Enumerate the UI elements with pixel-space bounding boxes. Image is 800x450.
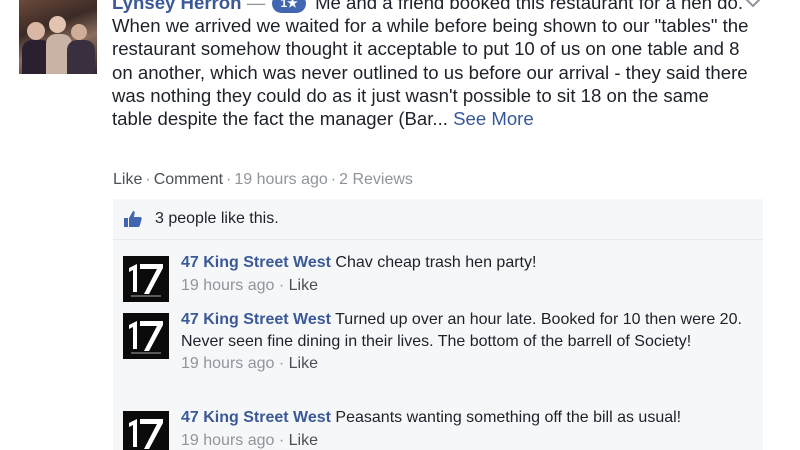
comment-author-link[interactable]: 47 King Street West (181, 409, 331, 426)
chevron-down-icon[interactable] (744, 0, 762, 10)
page-logo-icon[interactable] (123, 313, 169, 359)
comments-section: 3 people like this. 47 King Street West … (113, 199, 763, 450)
page-logo-icon[interactable] (123, 411, 169, 450)
author-dash: — (246, 0, 266, 13)
review-post: Lynsey Herron — 1★ Me and a friend booke… (0, 0, 800, 450)
comment-like-link[interactable]: Like (289, 432, 318, 449)
comment-author-link[interactable]: 47 King Street West (181, 254, 331, 271)
post-body: Lynsey Herron — 1★ Me and a friend booke… (112, 0, 752, 130)
comment-text: Peasants wanting something off the bill … (335, 409, 682, 426)
rating-badge: 1★ (272, 0, 306, 13)
page-logo-icon[interactable] (123, 256, 169, 302)
post-author-link[interactable]: Lynsey Herron (112, 0, 242, 13)
comment-like-link[interactable]: Like (289, 355, 318, 372)
user-avatar[interactable] (19, 0, 97, 74)
post-timestamp[interactable]: 19 hours ago (234, 171, 327, 188)
comment-text: Chav cheap trash hen party! (335, 254, 537, 271)
comment-timestamp[interactable]: 19 hours ago (181, 277, 274, 294)
post-text: Me and a friend booked this restaurant f… (112, 0, 749, 130)
comment-link[interactable]: Comment (154, 171, 223, 188)
thumbs-up-icon (124, 211, 142, 227)
see-more-link[interactable]: See More (453, 108, 534, 129)
reviews-link[interactable]: 2 Reviews (339, 171, 413, 188)
post-actions: Like · Comment · 19 hours ago · 2 Reviews (113, 171, 413, 188)
like-link[interactable]: Like (113, 171, 142, 188)
likes-count-link[interactable]: 3 people like this. (155, 210, 279, 228)
comment-timestamp[interactable]: 19 hours ago (181, 432, 274, 449)
likes-summary: 3 people like this. (113, 199, 763, 240)
comment-author-link[interactable]: 47 King Street West (181, 311, 331, 328)
comment-like-link[interactable]: Like (289, 277, 318, 294)
comment-timestamp[interactable]: 19 hours ago (181, 355, 274, 372)
